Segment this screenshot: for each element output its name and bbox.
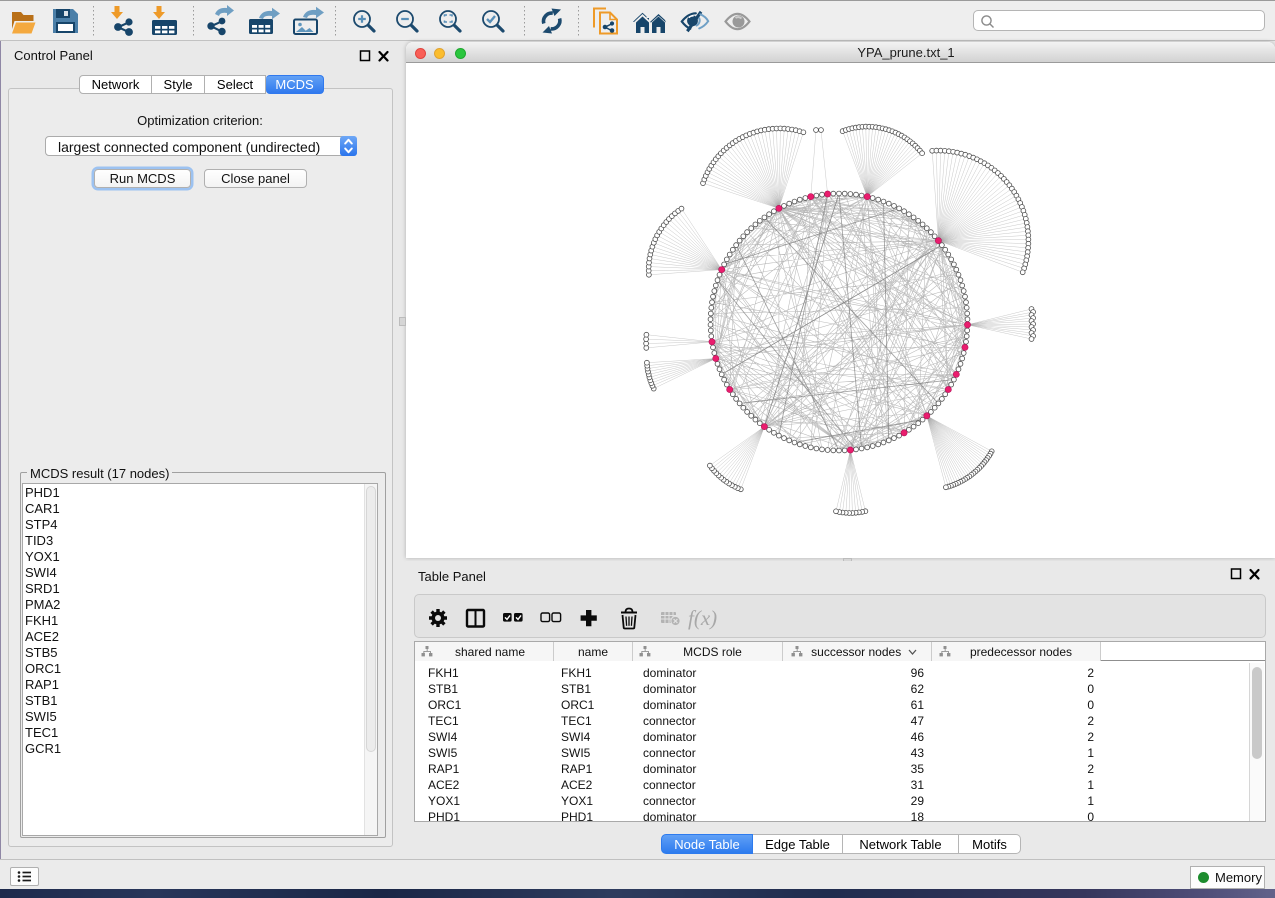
svg-text:f(x): f(x) [688, 606, 717, 630]
